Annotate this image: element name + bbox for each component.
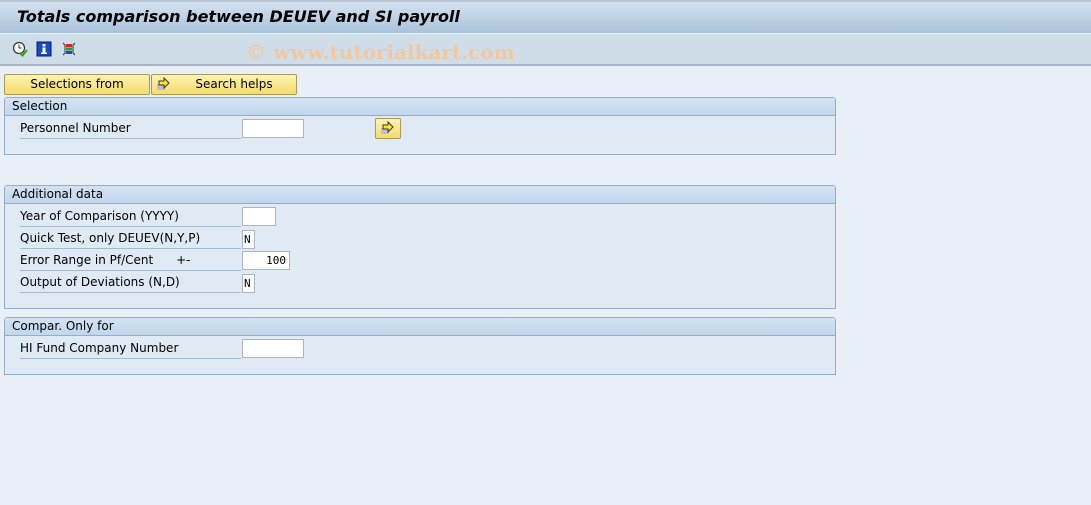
error-range-label: Error Range in Pf/Cent +-	[20, 251, 241, 271]
personnel-number-input[interactable]	[242, 119, 304, 138]
search-helps-label: Search helps	[195, 77, 273, 91]
search-helps-button[interactable]: Search helps	[151, 74, 297, 95]
output-deviations-input[interactable]	[242, 274, 255, 293]
personnel-number-label: Personnel Number	[20, 119, 241, 139]
compar-only-for-group-title: Compar. Only for	[5, 318, 835, 336]
additional-data-group-title: Additional data	[5, 186, 835, 204]
selection-options-icon[interactable]	[61, 41, 77, 57]
output-deviations-label: Output of Deviations (N,D)	[20, 273, 241, 293]
selections-from-button[interactable]: Selections from	[4, 74, 150, 95]
watermark: © www.tutorialkart.com	[246, 40, 515, 64]
title-bar: Totals comparison between DEUEV and SI p…	[0, 0, 1091, 33]
quick-test-label: Quick Test, only DEUEV(N,Y,P)	[20, 229, 241, 249]
application-toolbar: © www.tutorialkart.com	[0, 33, 1091, 66]
arrow-right-icon	[156, 76, 172, 91]
hi-fund-company-number-label: HI Fund Company Number	[20, 339, 241, 359]
page-title: Totals comparison between DEUEV and SI p…	[17, 7, 460, 26]
year-of-comparison-label: Year of Comparison (YYYY)	[20, 207, 241, 227]
selections-from-label: Selections from	[30, 77, 124, 91]
error-range-input[interactable]	[242, 251, 290, 270]
arrow-right-icon	[381, 121, 394, 134]
hi-fund-company-number-input[interactable]	[242, 339, 304, 358]
multiple-selection-button[interactable]	[375, 118, 401, 139]
quick-test-input[interactable]	[242, 230, 255, 249]
execute-clock-icon[interactable]	[12, 41, 28, 57]
selection-group-title: Selection	[5, 98, 835, 116]
year-of-comparison-input[interactable]	[242, 207, 276, 226]
info-icon[interactable]	[36, 41, 52, 57]
